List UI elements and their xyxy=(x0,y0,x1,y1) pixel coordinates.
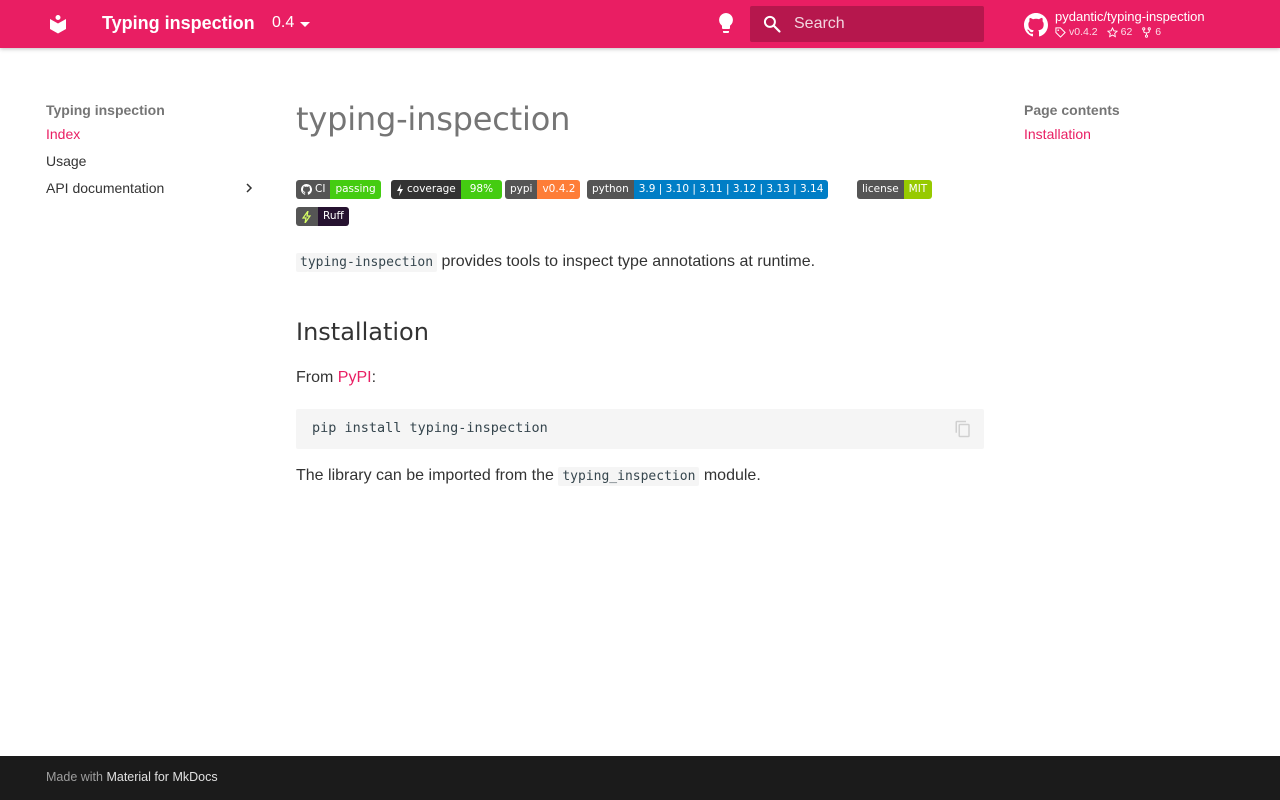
inline-code: typing_inspection xyxy=(558,467,700,486)
stars-fact: 62 xyxy=(1106,26,1133,38)
nav-title: Typing inspection xyxy=(46,102,165,118)
sidebar-nav: Typing inspection Index Usage API docume… xyxy=(46,100,258,202)
table-of-contents: Page contents Installation xyxy=(1024,100,1244,148)
imported-prefix: The library can be imported from the xyxy=(296,467,559,484)
search-icon xyxy=(763,15,781,33)
version-label: 0.4 xyxy=(272,14,295,31)
sidebar-item-label: API documentation xyxy=(46,180,165,196)
python-versions-badge[interactable]: python 3.9 | 3.10 | 3.11 | 3.12 | 3.13 |… xyxy=(587,180,829,199)
badge-right-text: 3.9 | 3.10 | 3.11 | 3.12 | 3.13 | 3.14 xyxy=(633,180,829,199)
badge-left-text: license xyxy=(857,180,904,199)
imported-suffix: module. xyxy=(699,467,761,484)
inline-code: typing-inspection xyxy=(296,253,438,272)
from-suffix: : xyxy=(371,369,377,386)
repo-name: pydantic/typing-inspection xyxy=(1055,9,1205,24)
repo-facts: v0.4.2 62 6 xyxy=(1055,26,1161,38)
badge-left-text: pypi xyxy=(505,180,538,199)
release-fact: v0.4.2 xyxy=(1055,26,1098,38)
footer: Made with Material for MkDocs xyxy=(0,756,1280,800)
release-version: v0.4.2 xyxy=(1069,26,1098,38)
book-logo-icon[interactable] xyxy=(46,12,70,36)
material-mkdocs-link[interactable]: Material for MkDocs xyxy=(106,770,217,784)
from-paragraph: From PyPI: xyxy=(296,369,376,387)
from-prefix: From xyxy=(296,369,338,386)
site-title[interactable]: Typing inspection xyxy=(102,13,255,34)
coverage-badge[interactable]: coverage 98% xyxy=(391,180,503,199)
install-command: pip install typing-inspection xyxy=(312,420,548,436)
smokeshow-icon xyxy=(397,183,403,196)
install-code-block: pip install typing-inspection xyxy=(296,409,984,449)
coverage-badge-left: coverage xyxy=(391,180,461,199)
imported-paragraph: The library can be imported from the typ… xyxy=(296,467,761,486)
badge-right-text: v0.4.2 xyxy=(537,180,581,199)
ruff-badge-left xyxy=(296,207,318,226)
pypi-badge[interactable]: pypi v0.4.2 xyxy=(505,180,581,199)
toc-title: Page contents xyxy=(1024,102,1120,118)
search-box[interactable] xyxy=(750,6,984,42)
repo-link[interactable]: pydantic/typing-inspection v0.4.2 62 6 xyxy=(1024,9,1264,41)
badge-left-text: coverage xyxy=(407,183,456,195)
installation-heading: Installation xyxy=(296,318,429,346)
caret-down-icon xyxy=(300,21,311,27)
forks-fact: 6 xyxy=(1141,26,1161,38)
star-icon xyxy=(1106,26,1118,38)
license-badge[interactable]: license MIT xyxy=(857,180,933,199)
badge-right-text: 98% xyxy=(460,180,503,199)
ci-badge-left: CI xyxy=(296,180,331,199)
toc-item-installation[interactable]: Installation xyxy=(1024,121,1244,148)
page-title: typing-inspection xyxy=(296,100,571,138)
github-icon xyxy=(301,184,312,195)
search-input[interactable] xyxy=(794,6,980,42)
badge-right-text: passing xyxy=(330,180,381,199)
version-selector[interactable]: 0.4 xyxy=(272,14,311,32)
sidebar-item-api-documentation[interactable]: API documentation xyxy=(46,175,258,202)
intro-paragraph: typing-inspection provides tools to insp… xyxy=(296,253,816,272)
footer-credit: Made with Material for MkDocs xyxy=(46,770,218,784)
badge-right-text: MIT xyxy=(903,180,933,199)
made-with-text: Made with xyxy=(46,770,107,784)
stars-count: 62 xyxy=(1120,26,1133,38)
sidebar-item-usage[interactable]: Usage xyxy=(46,148,258,175)
header-bar: Typing inspection 0.4 pydantic/typing-in… xyxy=(0,0,1280,48)
badge-left-text: python xyxy=(587,180,634,199)
ruff-icon xyxy=(301,210,312,223)
chevron-right-icon xyxy=(246,183,253,193)
tag-icon xyxy=(1055,26,1066,38)
lightbulb-icon[interactable] xyxy=(716,12,736,36)
sidebar-item-index[interactable]: Index xyxy=(46,121,258,148)
github-icon xyxy=(1024,13,1048,37)
pypi-link[interactable]: PyPI xyxy=(338,369,372,386)
forks-count: 6 xyxy=(1155,26,1162,38)
badge-left-text: CI xyxy=(315,183,326,195)
intro-text: provides tools to inspect type annotatio… xyxy=(437,253,816,270)
badge-right-text: Ruff xyxy=(318,207,349,226)
fork-icon xyxy=(1142,26,1152,38)
ruff-badge[interactable]: Ruff xyxy=(296,207,349,226)
ci-badge[interactable]: CI passing xyxy=(296,180,381,199)
copy-icon[interactable] xyxy=(954,420,972,438)
